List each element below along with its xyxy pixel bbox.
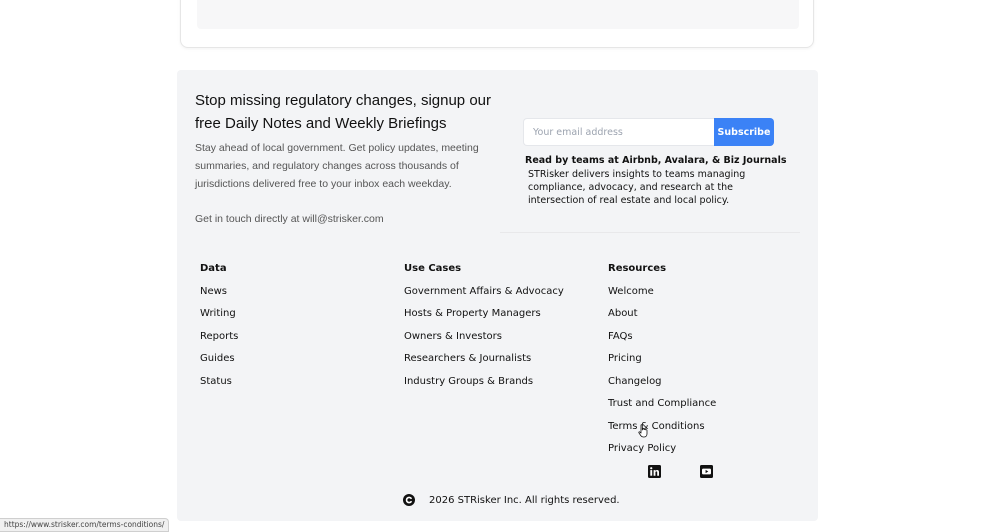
read-by-title: Read by teams at Airbnb, Avalara, & Biz …: [525, 155, 787, 166]
footer-link-news[interactable]: News: [200, 286, 227, 297]
linkedin-icon[interactable]: [648, 465, 661, 478]
content-card: [180, 0, 814, 48]
footer-link-status[interactable]: Status: [200, 376, 232, 387]
contact-line: Get in touch directly at will@strisker.c…: [195, 213, 384, 225]
footer-link-researchers-journalists[interactable]: Researchers & Journalists: [404, 353, 531, 364]
browser-status-bar: https://www.strisker.com/terms-condition…: [0, 518, 170, 532]
footer-link-about[interactable]: About: [608, 308, 638, 319]
newsletter-headline: Stop missing regulatory changes, signup …: [195, 92, 492, 132]
footer-link-industry-groups[interactable]: Industry Groups & Brands: [404, 376, 533, 387]
footer-link-trust-compliance[interactable]: Trust and Compliance: [608, 398, 716, 409]
site-footer: Stop missing regulatory changes, signup …: [177, 70, 818, 521]
footer-column-use-cases: Use Cases Government Affairs & Advocacy …: [404, 262, 564, 397]
footer-link-welcome[interactable]: Welcome: [608, 286, 654, 297]
footer-link-faqs[interactable]: FAQs: [608, 331, 633, 342]
footer-link-terms-conditions[interactable]: Terms & Conditions: [608, 421, 705, 432]
footer-link-owners-investors[interactable]: Owners & Investors: [404, 331, 502, 342]
newsletter-description: Stay ahead of local government. Get poli…: [195, 142, 479, 190]
footer-link-pricing[interactable]: Pricing: [608, 353, 642, 364]
copyright-icon: [403, 494, 415, 506]
footer-link-guides[interactable]: Guides: [200, 353, 235, 364]
footer-link-privacy-policy[interactable]: Privacy Policy: [608, 443, 676, 454]
read-by-description: STRisker delivers insights to teams mana…: [528, 169, 746, 206]
email-input[interactable]: [523, 118, 715, 146]
footer-link-hosts-property-managers[interactable]: Hosts & Property Managers: [404, 308, 541, 319]
column-heading: Data: [200, 263, 227, 274]
footer-link-changelog[interactable]: Changelog: [608, 376, 662, 387]
footer-column-resources: Resources Welcome About FAQs Pricing Cha…: [608, 262, 716, 465]
column-heading: Resources: [608, 263, 667, 274]
footer-column-data: Data News Writing Reports Guides Status: [200, 262, 238, 397]
footer-link-writing[interactable]: Writing: [200, 308, 236, 319]
copyright-text: 2026 STRisker Inc. All rights reserved.: [429, 495, 620, 506]
footer-link-government-affairs[interactable]: Government Affairs & Advocacy: [404, 286, 564, 297]
youtube-icon[interactable]: [700, 465, 713, 478]
hand-pointer-icon: [638, 424, 648, 438]
footer-link-reports[interactable]: Reports: [200, 331, 238, 342]
subscribe-button[interactable]: Subscribe: [714, 118, 774, 146]
footer-divider: [500, 232, 800, 233]
content-card-body: [197, 0, 799, 29]
column-heading: Use Cases: [404, 263, 462, 274]
